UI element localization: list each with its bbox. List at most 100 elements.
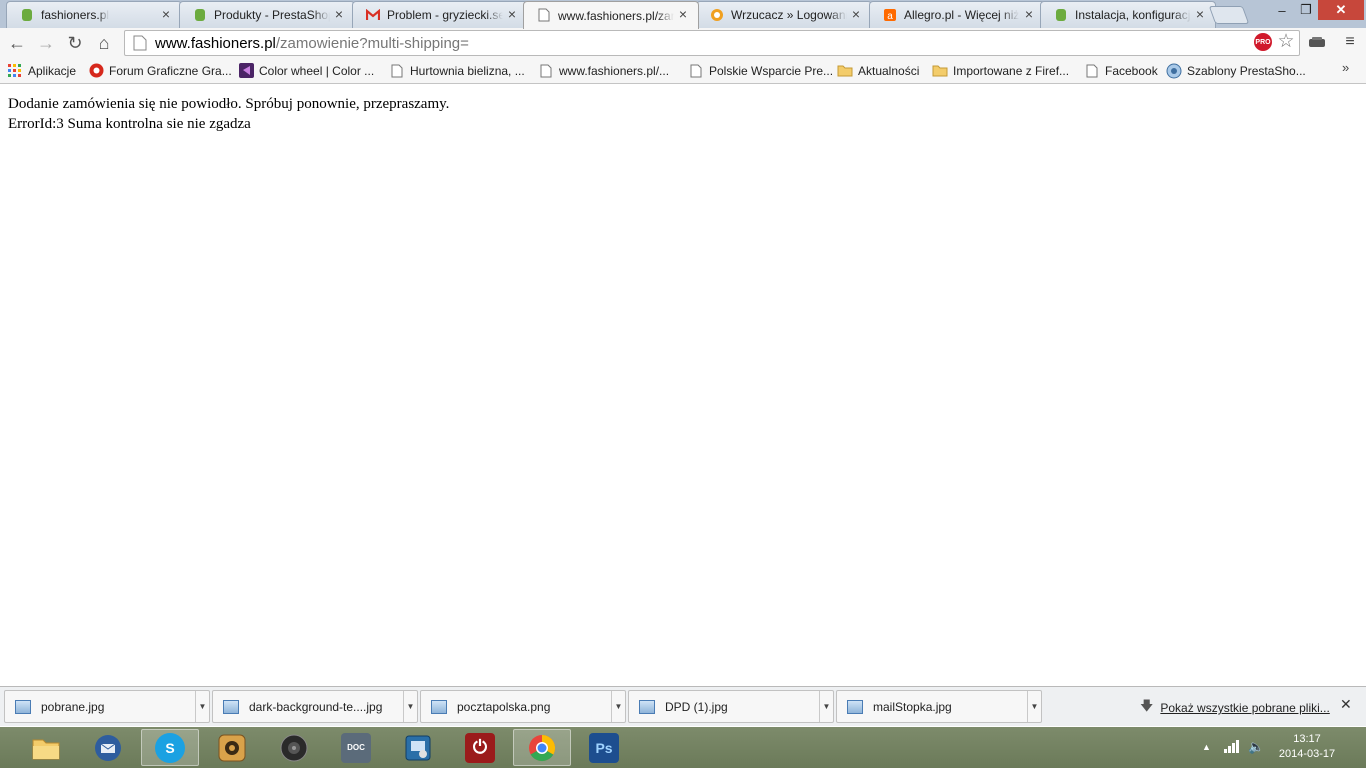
tab-close-button[interactable]: ×	[1194, 6, 1206, 22]
download-item[interactable]: DPD (1).jpg ▼	[628, 690, 834, 723]
arrow-right-icon: →	[37, 32, 55, 53]
download-filename: pobrane.jpg	[41, 699, 105, 714]
tab-instalacja[interactable]: Instalacja, konfiguracja ×	[1040, 1, 1216, 28]
taskbar-photoshop[interactable]: Ps	[575, 729, 633, 766]
download-menu-button[interactable]: ▼	[611, 691, 625, 722]
prestashop-icon	[193, 8, 207, 22]
tab-produkty[interactable]: Produkty - PrestaShop ×	[179, 1, 355, 28]
apps-grid-icon	[7, 63, 23, 79]
tab-close-button[interactable]: ×	[850, 6, 862, 22]
svg-text:a: a	[887, 11, 893, 22]
show-hidden-icons-button[interactable]: ▲	[1202, 742, 1211, 752]
download-item[interactable]: pobrane.jpg ▼	[4, 690, 210, 723]
taskbar-file-explorer[interactable]	[17, 729, 75, 766]
reload-button[interactable]: ↻	[62, 30, 88, 56]
tab-wrzucacz[interactable]: Wrzucacz » Logowanie ×	[696, 1, 872, 28]
show-all-downloads-link[interactable]: 🡇 Pokaż wszystkie pobrane pliki...	[1140, 697, 1330, 719]
page-icon	[537, 8, 551, 22]
chrome-menu-button[interactable]: ≡	[1339, 31, 1361, 53]
address-bar[interactable]: www.fashioners.pl/zamowienie?multi-shipp…	[124, 30, 1300, 56]
forward-button[interactable]: →	[33, 30, 59, 56]
download-item[interactable]: dark-background-te....jpg ▼	[212, 690, 418, 723]
bookmarks-overflow-button[interactable]: »	[1342, 60, 1349, 75]
image-file-icon	[431, 699, 447, 714]
browser-toolbar: ← → ↻ ⌂ www.fashioners.pl/zamowienie?mul…	[0, 28, 1366, 58]
prestashop-icon	[1054, 8, 1068, 22]
bookmark-szablony[interactable]: Szablony PrestaSho...	[1166, 58, 1306, 83]
download-filename: pocztapolska.png	[457, 699, 551, 714]
gmail-icon	[366, 8, 380, 22]
new-tab-button[interactable]	[1208, 6, 1250, 24]
download-filename: mailStopka.jpg	[873, 699, 952, 714]
tab-close-button[interactable]: ×	[1023, 6, 1035, 22]
skype-icon: S	[155, 732, 185, 763]
folder-icon	[31, 733, 61, 763]
home-button[interactable]: ⌂	[91, 30, 117, 56]
download-arrow-icon: 🡇	[1140, 698, 1154, 713]
tab-allegro[interactable]: a Allegro.pl - Więcej niż ×	[869, 1, 1045, 28]
bookmarks-bar: Aplikacje Forum Graficzne Gra... Color w…	[0, 58, 1366, 84]
taskbar-chrome[interactable]	[513, 729, 571, 766]
image-file-icon	[223, 699, 239, 714]
url-text[interactable]: www.fashioners.pl/zamowienie?multi-shipp…	[155, 35, 469, 52]
bookmark-polskie-wsparcie[interactable]: Polskie Wsparcie Pre...	[688, 58, 833, 83]
maximize-button[interactable]: ❐	[1294, 0, 1318, 20]
arrow-left-icon: ←	[8, 32, 26, 53]
taskbar-thunderbird[interactable]	[79, 729, 137, 766]
tab-close-button[interactable]: ×	[333, 6, 345, 22]
page-icon	[389, 63, 405, 79]
bookmark-fashioners[interactable]: www.fashioners.pl/...	[538, 58, 669, 83]
folder-icon	[837, 63, 853, 79]
doc-icon: DOC	[341, 732, 371, 763]
tab-close-button[interactable]: ×	[160, 6, 172, 22]
bookmark-label: Szablony PrestaSho...	[1187, 63, 1306, 78]
download-item[interactable]: mailStopka.jpg ▼	[836, 690, 1042, 723]
tab-gmail[interactable]: Problem - gryziecki.se ×	[352, 1, 528, 28]
windows-taskbar: S DOC ⏻ Ps	[0, 727, 1366, 768]
bookmark-color-wheel[interactable]: Color wheel | Color ...	[238, 58, 374, 83]
tab-close-button[interactable]: ×	[677, 6, 689, 22]
taskbar-doc[interactable]: DOC	[327, 729, 385, 766]
network-signal-icon[interactable]	[1223, 738, 1241, 754]
bookmark-star-icon[interactable]: ☆	[1275, 31, 1297, 53]
download-filename: dark-background-te....jpg	[249, 699, 383, 714]
download-menu-button[interactable]: ▼	[195, 691, 209, 722]
back-button[interactable]: ←	[4, 30, 30, 56]
allegro-icon: a	[883, 8, 897, 22]
bookmark-label: Facebook	[1105, 63, 1158, 78]
taskbar-power[interactable]: ⏻	[451, 729, 509, 766]
bookmark-hurtownia[interactable]: Hurtownia bielizna, ...	[389, 58, 525, 83]
taskbar-skype[interactable]: S	[141, 729, 199, 766]
taskbar-speaker[interactable]	[265, 729, 323, 766]
tab-close-button[interactable]: ×	[506, 6, 518, 22]
image-file-icon	[639, 699, 655, 714]
tab-zamowienie[interactable]: www.fashioners.pl/zamowienie ×	[523, 1, 699, 29]
volume-icon[interactable]: 🔈	[1248, 739, 1264, 755]
download-menu-button[interactable]: ▼	[819, 691, 833, 722]
taskbar-settings[interactable]	[389, 729, 447, 766]
tab-title: Problem - gryziecki.se	[387, 8, 503, 22]
bookmark-label: Forum Graficzne Gra...	[109, 63, 232, 78]
download-item[interactable]: pocztapolska.png ▼	[420, 690, 626, 723]
page-icon	[538, 63, 554, 79]
minimize-button[interactable]: ‒	[1270, 0, 1294, 20]
extension-icon[interactable]	[1306, 33, 1328, 53]
tab-fashioners[interactable]: fashioners.pl ×	[6, 1, 182, 28]
show-all-downloads-label: Pokaż wszystkie pobrane pliki...	[1160, 701, 1330, 715]
close-window-button[interactable]: ✕	[1318, 0, 1364, 20]
bookmark-aplikacje[interactable]: Aplikacje	[7, 58, 76, 83]
pro-extension-icon[interactable]: PRO	[1254, 33, 1272, 51]
download-menu-button[interactable]: ▼	[1027, 691, 1041, 722]
download-menu-button[interactable]: ▼	[403, 691, 417, 722]
folder-icon	[932, 63, 948, 79]
bookmark-folder-importowane[interactable]: Importowane z Firef...	[932, 58, 1069, 83]
bookmark-forum-graficzne[interactable]: Forum Graficzne Gra...	[88, 58, 232, 83]
media-icon	[217, 733, 247, 763]
bookmark-folder-aktualnosci[interactable]: Aktualności	[837, 58, 919, 83]
taskbar-media[interactable]	[203, 729, 261, 766]
bookmark-facebook[interactable]: Facebook	[1084, 58, 1158, 83]
bookmark-label: www.fashioners.pl/...	[559, 63, 670, 78]
close-download-shelf-button[interactable]: ✕	[1340, 696, 1352, 713]
settings-icon	[403, 733, 433, 763]
taskbar-clock[interactable]: 13:17 2014-03-17	[1272, 732, 1342, 762]
